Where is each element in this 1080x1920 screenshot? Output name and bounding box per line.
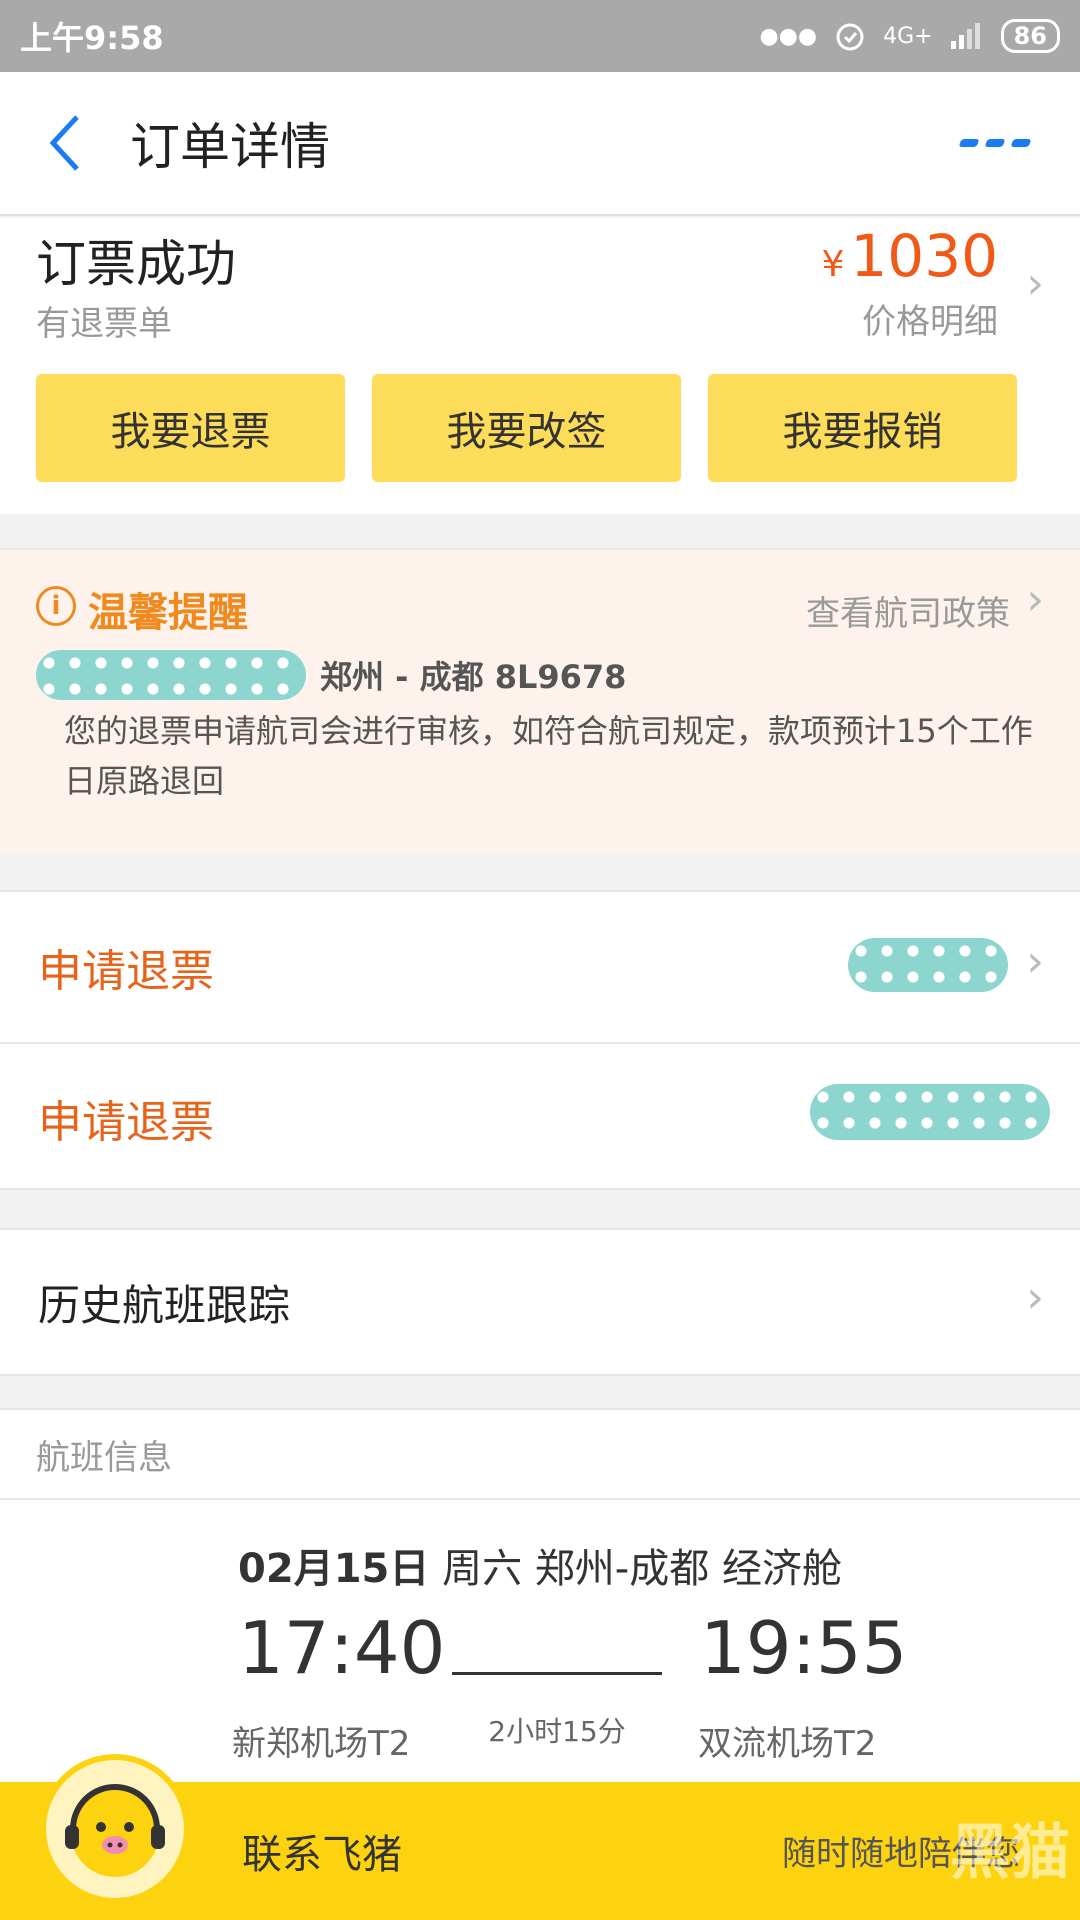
chevron-right-icon: › (1026, 258, 1044, 309)
list-item[interactable]: 申请退票 › (0, 892, 1080, 1042)
flight-date-day: 02月15日 (238, 1546, 430, 1592)
reminder-notice: i 温馨提醒 查看航司政策 › 郑州 - 成都 8L9678 您的退票申请航司会… (0, 548, 1080, 854)
mascot-avatar (40, 1754, 190, 1904)
notice-flight-line: 郑州 - 成都 8L9678 (36, 650, 626, 700)
info-icon: i (36, 586, 76, 626)
flight-info-header: 航班信息 (0, 1410, 1080, 1500)
flight-date: 02月15日 周六 郑州-成都 经济舱 (0, 1536, 1080, 1594)
order-status: 订票成功 (36, 235, 236, 293)
refund-application-label: 申请退票 (38, 1097, 214, 1148)
refund-button[interactable]: 我要退票 (36, 374, 345, 482)
redacted-passenger (810, 1084, 1050, 1140)
status-time: 上午9:58 (20, 19, 164, 57)
contact-label: 联系飞猪 (242, 1832, 402, 1878)
status-bar: 上午9:58 ●●● 4G+ 86 (0, 0, 1080, 72)
refund-application-list: 申请退票 › 申请退票 (0, 890, 1080, 1190)
signal-icon (950, 23, 980, 49)
flight-arrow (452, 1672, 662, 1675)
arrival-airport: 双流机场T2 (698, 1724, 877, 1764)
order-action-buttons: 我要退票 我要改签 我要报销 (36, 374, 1017, 482)
departure-time: 17:40 (238, 1606, 446, 1690)
flight-date-info: 周六 郑州-成都 经济舱 (429, 1546, 842, 1592)
price-detail-link[interactable]: 价格明细 (862, 294, 998, 343)
watermark-text: 黑猫 (950, 1818, 1070, 1888)
arrival-time: 19:55 (700, 1606, 908, 1690)
more-menu-button[interactable] (958, 139, 1032, 147)
chevron-right-icon: › (1026, 574, 1044, 625)
notice-body: 您的退票申请航司会进行审核，如符合航司规定，款项预计15个工作日原路退回 (64, 712, 1033, 800)
battery-indicator: 86 (1000, 19, 1060, 53)
departure-airport: 新郑机场T2 (232, 1724, 411, 1764)
reimburse-button[interactable]: 我要报销 (708, 374, 1017, 482)
flight-info-section: 航班信息 02月15日 周六 郑州-成都 经济舱 17:40 2小时15分 19… (0, 1408, 1080, 1828)
chevron-right-icon: › (1026, 936, 1044, 987)
airline-policy-link[interactable]: 查看航司政策 (806, 586, 1010, 635)
more-icon (958, 139, 980, 147)
status-icons: ●●● 4G+ 86 (760, 19, 1060, 53)
list-item[interactable]: 申请退票 (0, 1042, 1080, 1192)
back-arrow-icon (49, 115, 79, 171)
network-label: 4G+ (883, 23, 933, 49)
refund-application-label: 申请退票 (38, 946, 214, 997)
chevron-right-icon: › (1026, 1272, 1044, 1323)
refund-note: 有退票单 (36, 304, 172, 344)
notice-flight-route: 郑州 - 成都 8L9678 (320, 658, 627, 696)
nav-bar: 订单详情 (0, 72, 1080, 216)
pig-mascot-icon (65, 1784, 165, 1877)
flight-duration: 2小时15分 (488, 1715, 626, 1748)
price-value: 1030 (850, 222, 998, 290)
price-block[interactable]: ¥1030 (821, 222, 998, 290)
order-summary: 订票成功 有退票单 ¥1030 价格明细 › 我要退票 我要改签 我要报销 (0, 218, 1080, 514)
rebook-button[interactable]: 我要改签 (372, 374, 681, 482)
flight-history-label: 历史航班跟踪 (38, 1280, 291, 1330)
page-title: 订单详情 (130, 118, 330, 176)
contact-bar[interactable]: 联系飞猪 随时随地陪伴您 黑猫 (0, 1754, 1080, 1920)
redacted-passenger (848, 938, 1008, 992)
back-button[interactable] (20, 71, 110, 215)
redacted-passenger (36, 650, 306, 700)
alarm-icon (836, 23, 864, 51)
currency-symbol: ¥ (821, 244, 845, 285)
more-dots-icon: ●●● (759, 23, 818, 49)
flight-history-row[interactable]: 历史航班跟踪 › (0, 1228, 1080, 1376)
notice-title: 温馨提醒 (88, 590, 248, 636)
